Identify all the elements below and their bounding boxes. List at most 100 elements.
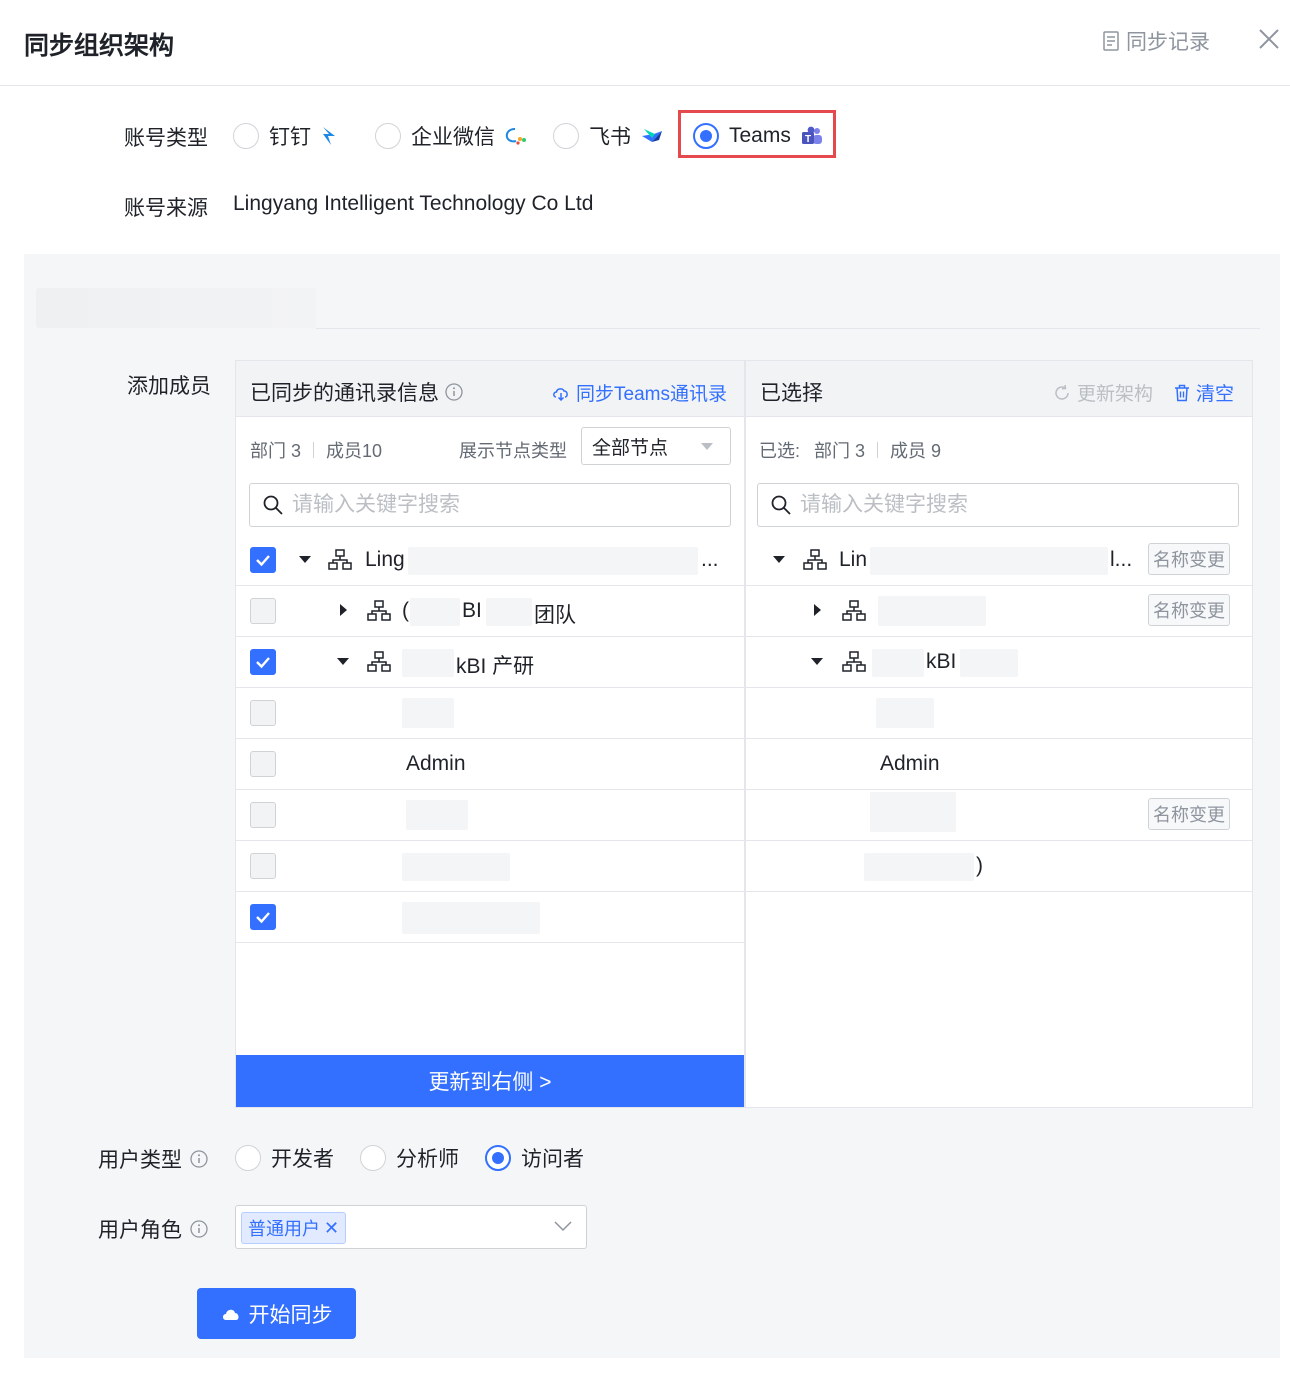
checkbox[interactable] <box>250 802 276 828</box>
org-chart-icon <box>842 651 866 672</box>
caret-down-icon[interactable] <box>772 552 786 566</box>
account-type-dingtalk[interactable]: 钉钉 <box>233 121 337 151</box>
tree-row[interactable] <box>236 841 744 892</box>
node-type-select[interactable]: 全部节点 <box>581 427 731 465</box>
document-list-icon <box>1103 31 1119 51</box>
user-role-select[interactable]: 普通用户 ✕ <box>235 1205 587 1249</box>
selected-tree-row[interactable]: 名称变更 <box>746 790 1252 841</box>
remove-chip-icon[interactable]: ✕ <box>324 1218 339 1239</box>
caret-down-icon <box>701 443 713 450</box>
radio-button[interactable] <box>485 1145 511 1171</box>
close-icon[interactable] <box>1256 26 1282 52</box>
sync-teams-contacts-link[interactable]: 同步Teams通讯录 <box>552 379 727 406</box>
selected-tree-row[interactable]: Lin l... 名称变更 <box>746 535 1252 586</box>
feishu-icon <box>642 129 662 142</box>
tree-row[interactable]: Ling ... <box>236 535 744 586</box>
name-changed-tag[interactable]: 名称变更 <box>1148 594 1230 626</box>
node-label: Lin <box>839 548 868 571</box>
node-label-suffix: l... <box>1110 548 1133 571</box>
selected-tree-row[interactable]: kBI <box>746 637 1252 688</box>
search-icon <box>771 495 791 515</box>
tree-row[interactable] <box>236 688 744 739</box>
checkbox[interactable] <box>250 904 276 930</box>
panel-title: 已同步的通讯录信息 <box>250 377 463 407</box>
redacted-text <box>408 547 698 575</box>
cloud-sync-icon <box>553 387 568 401</box>
checkbox[interactable] <box>250 751 276 777</box>
caret-down-icon[interactable] <box>810 654 824 668</box>
info-icon[interactable] <box>190 1220 208 1238</box>
member-count: 成员 9 <box>890 441 942 461</box>
radio-label: 企业微信 <box>411 126 495 149</box>
redacted-text <box>402 853 510 881</box>
update-to-right-button[interactable]: 更新到右侧 > <box>236 1055 744 1107</box>
selected-tree-row[interactable]: 名称变更 <box>746 586 1252 637</box>
info-icon[interactable] <box>445 383 463 401</box>
checkbox[interactable] <box>250 547 276 573</box>
account-type-wecom[interactable]: 企业微信 <box>375 121 527 151</box>
left-search-box[interactable] <box>249 483 731 527</box>
checkbox[interactable] <box>250 700 276 726</box>
radio-button[interactable] <box>375 123 401 149</box>
node-label: Admin <box>880 752 940 775</box>
right-search-input[interactable] <box>800 493 1220 517</box>
caret-down-icon[interactable] <box>336 654 350 668</box>
redacted-text <box>870 792 956 832</box>
user-type-visitor[interactable]: 访问者 <box>485 1143 584 1173</box>
radio-button[interactable] <box>360 1145 386 1171</box>
caret-right-icon[interactable] <box>336 603 350 617</box>
sync-log-button[interactable]: 同步记录 <box>1102 26 1210 56</box>
node-label: Admin <box>406 752 466 775</box>
clear-button[interactable]: 清空 <box>1174 379 1234 406</box>
radio-button[interactable] <box>235 1145 261 1171</box>
name-changed-tag[interactable]: 名称变更 <box>1148 543 1230 575</box>
checkbox[interactable] <box>250 853 276 879</box>
redacted-text <box>872 649 924 677</box>
caret-down-icon[interactable] <box>298 552 312 566</box>
tree-row[interactable]: ( BI 团队 <box>236 586 744 637</box>
radio-button[interactable] <box>553 123 579 149</box>
dialog-title: 同步组织架构 <box>24 32 175 60</box>
account-type-label: 账号类型 <box>124 127 208 150</box>
node-label: ( <box>402 599 409 622</box>
redacted-text <box>876 698 934 728</box>
selected-tree-row[interactable] <box>746 688 1252 739</box>
selected-tree-row[interactable]: Admin <box>746 739 1252 790</box>
account-type-feishu[interactable]: 飞书 <box>553 121 663 151</box>
node-type-value: 全部节点 <box>592 437 669 459</box>
checkbox[interactable] <box>250 598 276 624</box>
org-chart-icon <box>842 600 866 621</box>
refresh-structure-button[interactable]: 更新架构 <box>1053 379 1153 406</box>
user-type-developer[interactable]: 开发者 <box>235 1143 334 1173</box>
synced-contacts-panel: 已同步的通讯录信息 同步Teams通讯录 部门 3 成员10 展示节点类型 全部… <box>235 360 745 1108</box>
right-search-box[interactable] <box>757 483 1239 527</box>
start-sync-button[interactable]: 开始同步 <box>197 1288 356 1339</box>
node-type-label: 展示节点类型 <box>459 441 567 461</box>
account-source-label: 账号来源 <box>124 197 208 220</box>
trash-icon <box>1175 384 1189 401</box>
tree-row[interactable]: kBI 产研 <box>236 637 744 688</box>
node-label: kBI <box>926 650 957 673</box>
tree-row[interactable] <box>236 892 744 943</box>
user-type-radio-group: 开发者 分析师 访问者 <box>235 1143 584 1173</box>
redacted-text <box>870 547 1108 575</box>
radio-label: 钉钉 <box>269 126 311 149</box>
left-search-input[interactable] <box>292 493 712 517</box>
radio-button[interactable] <box>233 123 259 149</box>
caret-right-icon[interactable] <box>810 603 824 617</box>
tree-row[interactable]: Admin <box>236 739 744 790</box>
selected-tree-row[interactable]: ) <box>746 841 1252 892</box>
name-changed-tag[interactable]: 名称变更 <box>1148 798 1230 830</box>
sync-teams-contacts-label: 同步Teams通讯录 <box>576 384 727 405</box>
role-chip: 普通用户 ✕ <box>241 1212 347 1244</box>
user-type-label-wrap: 用户类型 <box>98 1144 208 1174</box>
tree-row[interactable] <box>236 790 744 841</box>
right-stats: 已选: 部门 3 成员 9 <box>759 437 941 463</box>
radio-label: 开发者 <box>271 1148 334 1171</box>
info-icon[interactable] <box>190 1150 208 1168</box>
radio-label: 分析师 <box>396 1148 459 1171</box>
redacted-text <box>402 902 540 934</box>
checkbox[interactable] <box>250 649 276 675</box>
user-type-analyst[interactable]: 分析师 <box>360 1143 459 1173</box>
cloud-icon <box>222 1309 239 1320</box>
